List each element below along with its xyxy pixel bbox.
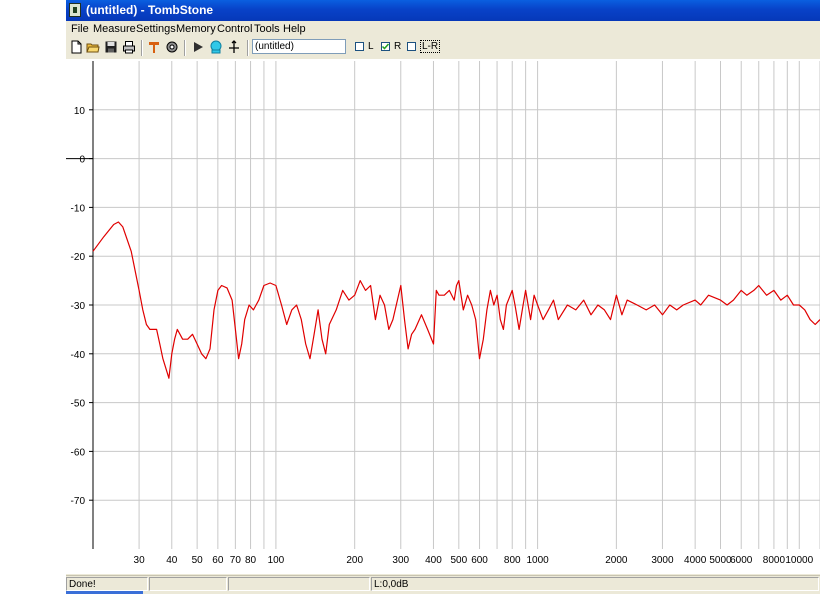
measurement-name-field[interactable]: (untitled) <box>252 39 346 54</box>
status-bar: Done! L:0,0dB <box>66 575 820 594</box>
menu-bar: File Measure Settings Memory Control Too… <box>66 21 820 37</box>
x-tick-label: 2000 <box>605 555 628 566</box>
x-tick-label: 4000 <box>684 555 707 566</box>
toolbar-separator <box>141 40 143 56</box>
y-tick-label: -20 <box>71 252 86 263</box>
y-tick-label: -50 <box>71 399 86 410</box>
y-tick-label: 0 <box>79 155 85 166</box>
print-icon[interactable] <box>122 40 136 54</box>
x-tick-label: 10000 <box>785 555 813 566</box>
window-title: (untitled) - TombStone <box>86 3 214 17</box>
menu-memory[interactable]: Memory <box>176 23 216 35</box>
menu-settings[interactable]: Settings <box>136 23 176 35</box>
x-tick-label: 5000 <box>709 555 732 566</box>
channel-r-checkbox[interactable] <box>381 42 390 51</box>
status-panel-blank <box>228 577 370 591</box>
x-tick-label: 40 <box>166 555 178 566</box>
x-tick-label: 30 <box>134 555 146 566</box>
x-tick-label: 6000 <box>730 555 753 566</box>
x-tick-label: 300 <box>392 555 409 566</box>
toolbar-separator <box>184 40 186 56</box>
x-tick-label: 800 <box>504 555 521 566</box>
settings-gear-icon[interactable] <box>165 40 179 54</box>
open-folder-icon[interactable] <box>86 40 100 54</box>
x-tick-label: 3000 <box>651 555 674 566</box>
app-window: (untitled) - TombStone File Measure Sett… <box>66 0 820 594</box>
menu-help[interactable]: Help <box>283 23 306 35</box>
x-tick-label: 8000 <box>763 555 786 566</box>
y-tick-label: -40 <box>71 350 86 361</box>
channel-lr-label: L-R <box>420 40 441 53</box>
x-tick-label: 70 <box>230 555 242 566</box>
x-tick-label: 80 <box>245 555 257 566</box>
response-trace <box>92 221 820 379</box>
x-tick-label: 60 <box>212 555 224 566</box>
status-level: L:0,0dB <box>371 577 819 591</box>
x-tick-label: 500 <box>450 555 467 566</box>
frequency-response-plot[interactable]: 10 0 -10 -20 -30 -40 -50 -60 -70 30 40 50 60 70 80 100 2… <box>66 59 820 574</box>
toolbar-separator <box>247 40 249 56</box>
channel-r-label: R <box>394 41 402 52</box>
x-tick-label: 400 <box>425 555 442 566</box>
x-tick-label: 200 <box>346 555 363 566</box>
new-file-icon[interactable] <box>69 40 83 54</box>
toolbar: (untitled) L R L-R <box>66 37 820 59</box>
channel-l-checkbox[interactable] <box>355 42 364 51</box>
x-tick-label: 50 <box>192 555 204 566</box>
probe-icon[interactable] <box>147 40 161 54</box>
save-disk-icon[interactable] <box>104 40 118 54</box>
menu-tools[interactable]: Tools <box>254 23 280 35</box>
speaker-icon[interactable] <box>209 40 223 54</box>
menu-file[interactable]: File <box>71 23 89 35</box>
x-tick-label: 1000 <box>526 555 549 566</box>
y-tick-label: -10 <box>71 203 86 214</box>
y-tick-label: -30 <box>71 301 86 312</box>
channel-l-label: L <box>368 41 374 52</box>
x-tick-label: 600 <box>471 555 488 566</box>
crosshair-icon[interactable] <box>227 40 241 54</box>
status-panel-empty <box>149 577 227 591</box>
x-tick-label: 100 <box>268 555 285 566</box>
app-icon[interactable] <box>69 3 81 17</box>
menu-measure[interactable]: Measure <box>93 23 136 35</box>
check-mark-icon <box>381 43 390 50</box>
status-message: Done! <box>66 577 148 591</box>
title-bar[interactable]: (untitled) - TombStone <box>66 0 820 21</box>
y-tick-label: -70 <box>71 496 86 507</box>
channel-lr-checkbox[interactable] <box>407 42 416 51</box>
menu-control[interactable]: Control <box>217 23 252 35</box>
frequency-response-chart[interactable]: 100-10-20-30-40-50-60-7030 40 50 60 70 80 100 2… <box>66 59 820 574</box>
y-tick-label: -60 <box>71 447 86 458</box>
play-icon[interactable] <box>191 40 205 54</box>
y-tick-label: 10 <box>74 106 86 117</box>
